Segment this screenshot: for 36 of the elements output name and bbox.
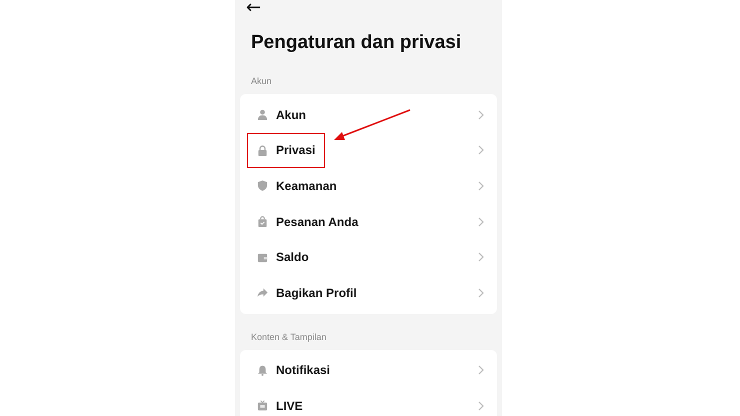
chevron-right-icon <box>478 145 484 156</box>
settings-item[interactable]: Bagikan Profil <box>240 274 497 311</box>
item-label: Notifikasi <box>276 363 330 378</box>
chevron-right-icon <box>478 180 484 191</box>
shield-icon <box>257 180 268 192</box>
tv-icon <box>257 400 268 412</box>
lock-icon <box>257 144 268 156</box>
chevron-right-icon <box>478 288 484 298</box>
settings-item[interactable]: Keamanan <box>240 168 497 204</box>
bag-icon <box>257 216 268 228</box>
item-label: LIVE <box>276 398 303 413</box>
item-label: Pesanan Anda <box>276 214 358 229</box>
section-heading: Konten & Tampilan <box>251 332 328 343</box>
item-label: Bagikan Profil <box>276 286 357 300</box>
section-heading: Akun <box>251 76 273 87</box>
chevron-right-icon <box>478 365 484 376</box>
back-button[interactable]: ← <box>246 0 262 16</box>
chevron-right-icon <box>478 252 484 262</box>
settings-item[interactable]: Notifikasi <box>240 352 497 388</box>
page-title: Pengaturan dan privasi <box>251 31 462 55</box>
item-label: Akun <box>276 108 306 122</box>
settings-item[interactable]: LIVE <box>240 388 497 416</box>
wallet-icon <box>257 252 268 263</box>
settings-item[interactable]: Akun <box>240 97 497 133</box>
settings-item[interactable]: Pesanan Anda <box>240 204 497 240</box>
bell-icon <box>257 364 268 376</box>
item-label: Privasi <box>276 143 316 158</box>
item-label: Keamanan <box>276 178 337 193</box>
chevron-right-icon <box>478 110 484 120</box>
chevron-right-icon <box>478 216 484 227</box>
item-label: Saldo <box>276 250 309 264</box>
settings-item[interactable]: Saldo <box>240 239 497 275</box>
share-arrow-icon <box>257 287 268 298</box>
settings-item[interactable]: Privasi <box>240 132 497 168</box>
person-icon <box>257 109 268 120</box>
chevron-right-icon <box>478 400 484 411</box>
